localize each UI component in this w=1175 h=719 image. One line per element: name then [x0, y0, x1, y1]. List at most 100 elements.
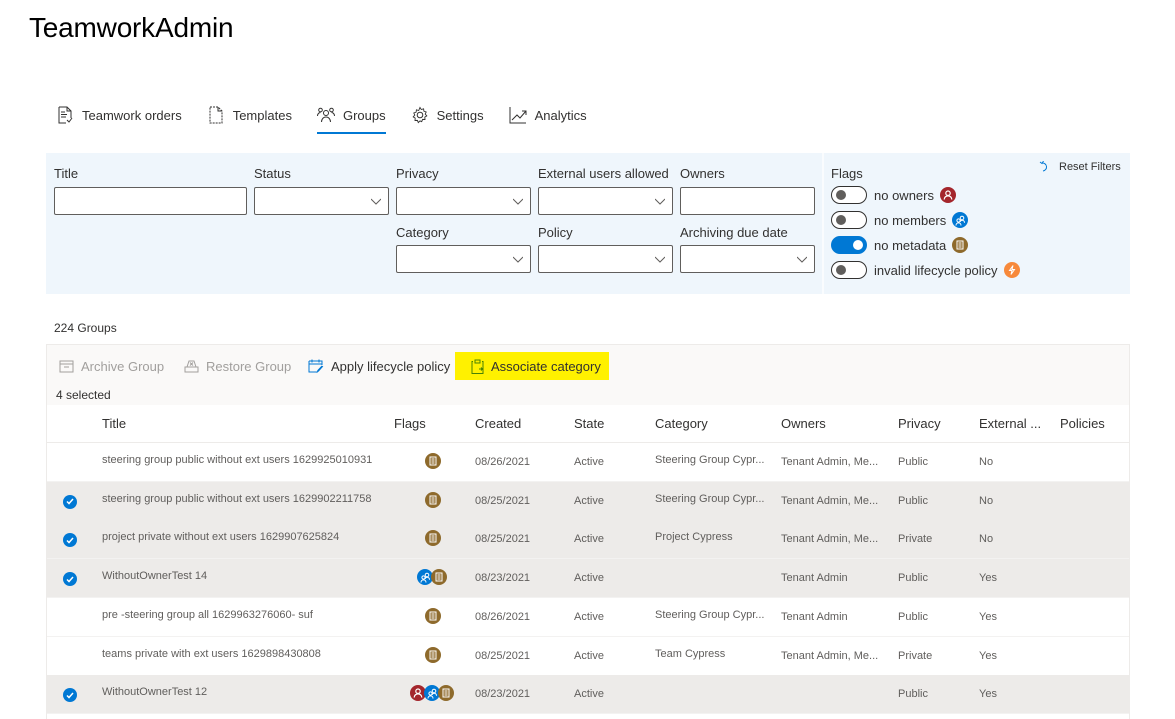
column-header-flags[interactable]: Flags: [394, 416, 426, 431]
row-category: Steering Group Cypr...: [655, 608, 765, 621]
no-metadata-icon: [425, 646, 441, 663]
archiving-due-dropdown[interactable]: [680, 245, 815, 273]
column-header-policies[interactable]: Policies: [1060, 416, 1105, 431]
tab-label: Analytics: [534, 107, 587, 123]
row-privacy: Public: [898, 456, 928, 468]
column-header-external[interactable]: External ...: [979, 416, 1041, 431]
row-category: Steering Group Cypr...: [655, 492, 765, 505]
row-title[interactable]: WithoutOwnerTest 14: [102, 570, 207, 582]
column-header-owners[interactable]: Owners: [781, 416, 826, 431]
no-metadata-toggle[interactable]: [831, 236, 867, 254]
table-row[interactable]: WithoutOwnerTest 14 08/23/2021 Active Tenan…: [47, 559, 1129, 599]
row-checkbox-checked[interactable]: [63, 688, 77, 703]
reset-filters-label: Reset Filters: [1059, 161, 1121, 173]
chevron-down-icon: [513, 256, 523, 263]
table-row[interactable]: steering group public without ext users …: [47, 443, 1129, 482]
row-category: Team Cypress: [655, 647, 726, 660]
row-owners: Tenant Admin, Me...: [781, 494, 879, 507]
tab-label: Teamwork orders: [82, 107, 182, 123]
no-owners-toggle[interactable]: [831, 186, 867, 204]
row-privacy: Public: [898, 572, 928, 585]
tab-label: Groups: [342, 107, 386, 123]
document-check-icon: [56, 106, 74, 124]
row-created: 08/25/2021: [475, 533, 531, 546]
invalid-lifecycle-policy-toggle[interactable]: [831, 261, 867, 279]
row-checkbox[interactable]: [63, 611, 77, 625]
flag-label: invalid lifecycle policy: [874, 262, 998, 278]
no-metadata-icon: [425, 453, 441, 469]
tab-settings[interactable]: Settings: [411, 100, 484, 130]
archive-group-button[interactable]: Archive Group: [53, 352, 170, 380]
row-checkbox[interactable]: [63, 650, 77, 664]
owners-filter-label: Owners: [680, 166, 725, 181]
flag-label: no metadata: [874, 237, 947, 253]
tab-groups[interactable]: Groups: [316, 100, 386, 134]
row-title[interactable]: teams private with ext users 16298984308…: [102, 648, 321, 660]
external-users-filter-label: External users allowed: [538, 166, 669, 181]
command-bar: Archive Group Restore Group Apply lifecy…: [47, 345, 1129, 405]
flag-invalid-lifecycle-policy: invalid lifecycle policy: [831, 261, 1020, 279]
row-checkbox-checked[interactable]: [63, 533, 77, 548]
row-external: No: [979, 533, 994, 546]
row-checkbox-checked[interactable]: [63, 494, 77, 509]
row-title[interactable]: steering group public without ext users …: [102, 454, 372, 466]
external-users-dropdown[interactable]: [538, 187, 673, 215]
main-tabs: Teamwork orders Templates Groups Setting…: [56, 100, 612, 134]
flag-label: no owners: [874, 187, 934, 203]
column-header-title[interactable]: Title: [102, 416, 126, 431]
row-title[interactable]: project private without ext users 162990…: [102, 531, 339, 543]
table-row[interactable]: WithoutOwnerTest 12 08/23/2021 Active Publi…: [47, 675, 1129, 715]
calendar-edit-icon: [308, 359, 324, 373]
privacy-dropdown[interactable]: [396, 187, 531, 215]
table-row[interactable]: pre -steering group all 1629963276060- s…: [47, 597, 1129, 637]
table-row[interactable]: project private without ext users 162990…: [47, 520, 1129, 560]
row-external: No: [979, 456, 994, 468]
table-row[interactable]: teams private with ext users 16298984308…: [47, 636, 1129, 676]
column-header-privacy[interactable]: Privacy: [898, 416, 941, 431]
no-metadata-icon: [425, 530, 441, 547]
column-header-state[interactable]: State: [574, 416, 604, 431]
tab-label: Templates: [232, 107, 292, 123]
title-filter-input[interactable]: [54, 187, 247, 215]
row-category: Steering Group Cypr...: [655, 454, 765, 466]
associate-category-button[interactable]: Associate category: [455, 352, 609, 380]
archive-group-label: Archive Group: [81, 358, 165, 374]
owners-filter-input[interactable]: [680, 187, 815, 215]
row-flags: [410, 685, 454, 702]
no-members-toggle[interactable]: [831, 211, 867, 229]
restore-group-button[interactable]: Restore Group: [178, 352, 297, 380]
row-state: Active: [574, 533, 604, 546]
no-owners-icon: [939, 187, 956, 203]
row-title[interactable]: pre -steering group all 1629963276060- s…: [102, 609, 313, 621]
checkmark-icon: [66, 537, 74, 544]
apply-lifecycle-policy-button[interactable]: Apply lifecycle policy: [302, 352, 456, 380]
row-checkbox[interactable]: [63, 456, 77, 470]
row-external: No: [979, 494, 994, 507]
tab-analytics[interactable]: Analytics: [509, 100, 587, 130]
status-dropdown[interactable]: [254, 187, 389, 215]
people-group-icon: [316, 106, 335, 124]
row-checkbox-checked[interactable]: [63, 572, 77, 587]
row-title[interactable]: WithoutOwnerTest 12: [102, 686, 207, 698]
table-row[interactable]: steering group public without ext users …: [47, 481, 1129, 521]
tab-templates[interactable]: Templates: [207, 100, 292, 130]
flag-no-owners: no owners: [831, 186, 956, 204]
checkmark-icon: [66, 576, 74, 583]
apply-lifecycle-policy-label: Apply lifecycle policy: [331, 358, 451, 374]
category-filter-label: Category: [396, 225, 449, 240]
tab-teamwork-orders[interactable]: Teamwork orders: [56, 100, 182, 130]
line-chart-icon: [509, 106, 527, 124]
restore-group-label: Restore Group: [206, 358, 292, 374]
policy-dropdown[interactable]: [538, 245, 673, 273]
row-privacy: Private: [898, 533, 933, 546]
filter-panel: Title Status Privacy External users allo…: [46, 153, 1130, 294]
category-dropdown[interactable]: [396, 245, 531, 273]
row-external: Yes: [979, 649, 997, 662]
reset-filters-button[interactable]: Reset Filters: [1039, 161, 1121, 173]
column-header-created[interactable]: Created: [475, 416, 521, 431]
row-title[interactable]: steering group public without ext users …: [102, 493, 371, 505]
gear-icon: [411, 106, 429, 124]
column-header-category[interactable]: Category: [655, 416, 708, 431]
no-metadata-icon: [438, 685, 454, 702]
row-owners: Tenant Admin: [781, 610, 848, 623]
